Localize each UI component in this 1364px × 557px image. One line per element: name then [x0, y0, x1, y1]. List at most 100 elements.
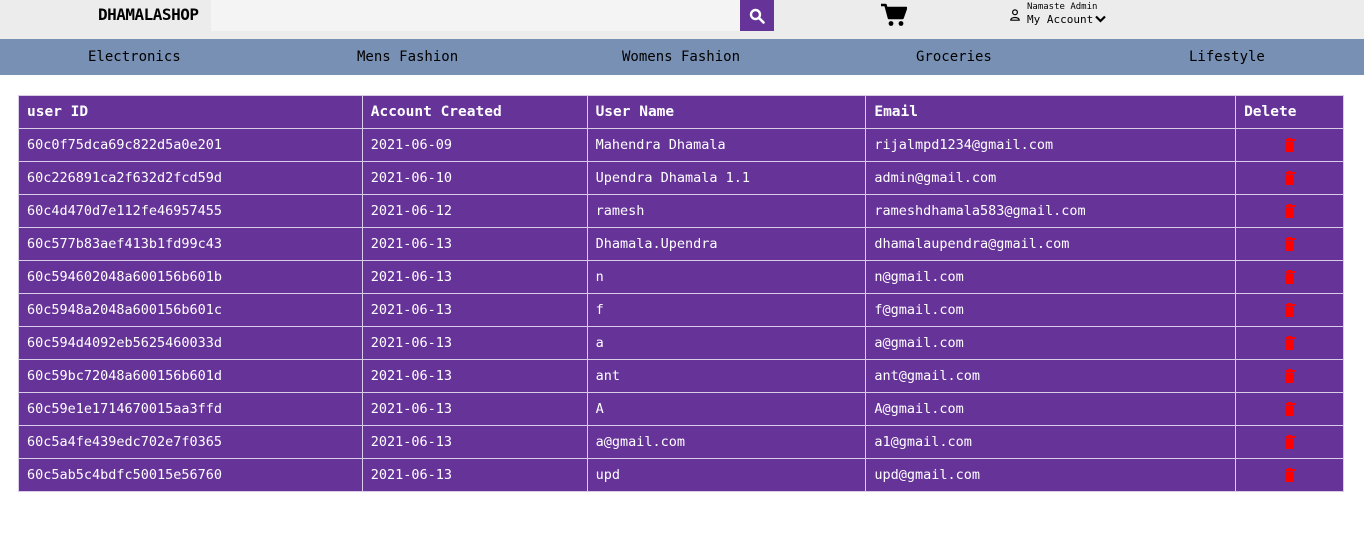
nav-item-lifestyle[interactable]: Lifestyle: [1189, 49, 1265, 65]
column-header-user-id: user ID: [18, 95, 363, 129]
account-created-cell: 2021-06-13: [361, 293, 588, 327]
delete-cell: [1235, 392, 1344, 426]
site-logo[interactable]: DHAMALASHOP: [98, 5, 199, 24]
table-row: 60c594d4092eb5625460033d 2021-06-13 a a@gma…: [18, 326, 1344, 360]
trash-icon: [1284, 303, 1295, 317]
user-id-cell: 60c594d4092eb5625460033d: [18, 326, 363, 360]
users-table: user ID Account Created User Name Email …: [18, 95, 1344, 492]
category-nav: Electronics Mens Fashion Womens Fashion …: [0, 39, 1364, 75]
account-created-cell: 2021-06-13: [361, 227, 588, 261]
delete-user-button[interactable]: [1284, 369, 1295, 383]
email-cell: a1@gmail.com: [865, 425, 1237, 459]
column-header-delete: Delete: [1235, 95, 1344, 129]
delete-user-button[interactable]: [1284, 336, 1295, 350]
delete-user-button[interactable]: [1284, 402, 1295, 416]
trash-icon: [1284, 270, 1295, 284]
trash-icon: [1284, 369, 1295, 383]
account-created-cell: 2021-06-12: [361, 194, 588, 228]
user-id-cell: 60c226891ca2f632d2fcd59d: [18, 161, 363, 195]
trash-icon: [1284, 468, 1295, 482]
user-name-cell: n: [586, 260, 867, 294]
delete-cell: [1235, 161, 1344, 195]
user-id-cell: 60c59e1e1714670015aa3ffd: [18, 392, 363, 426]
user-name-cell: Upendra Dhamala 1.1: [586, 161, 867, 195]
table-row: 60c0f75dca69c822d5a0e201 2021-06-09 Mahend…: [18, 128, 1344, 162]
user-name-cell: A: [586, 392, 867, 426]
user-id-cell: 60c577b83aef413b1fd99c43: [18, 227, 363, 261]
trash-icon: [1284, 138, 1295, 152]
user-name-cell: a: [586, 326, 867, 360]
search-input[interactable]: [211, 0, 740, 31]
user-name-cell: f: [586, 293, 867, 327]
email-cell: admin@gmail.com: [865, 161, 1237, 195]
column-header-email: Email: [865, 95, 1237, 129]
delete-user-button[interactable]: [1284, 204, 1295, 218]
chevron-down-icon: [1095, 15, 1106, 23]
nav-item-groceries[interactable]: Groceries: [916, 49, 992, 65]
user-name-cell: Mahendra Dhamala: [586, 128, 867, 162]
user-id-cell: 60c0f75dca69c822d5a0e201: [18, 128, 363, 162]
email-cell: rameshdhamala583@gmail.com: [865, 194, 1237, 228]
delete-user-button[interactable]: [1284, 138, 1295, 152]
trash-icon: [1284, 204, 1295, 218]
email-cell: a@gmail.com: [865, 326, 1237, 360]
user-icon: [1010, 9, 1020, 21]
trash-icon: [1284, 237, 1295, 251]
table-row: 60c594602048a600156b601b 2021-06-13 n n@gma…: [18, 260, 1344, 294]
account-created-cell: 2021-06-13: [361, 425, 588, 459]
delete-user-button[interactable]: [1284, 237, 1295, 251]
table-row: 60c4d470d7e112fe46957455 2021-06-12 ramesh…: [18, 194, 1344, 228]
account-created-cell: 2021-06-13: [361, 326, 588, 360]
email-cell: ant@gmail.com: [865, 359, 1237, 393]
delete-user-button[interactable]: [1284, 468, 1295, 482]
user-name-cell: ant: [586, 359, 867, 393]
table-header-row: user ID Account Created User Name Email …: [18, 95, 1344, 129]
account-created-cell: 2021-06-09: [361, 128, 588, 162]
account-created-cell: 2021-06-13: [361, 392, 588, 426]
email-cell: upd@gmail.com: [865, 458, 1237, 492]
delete-user-button[interactable]: [1284, 270, 1295, 284]
trash-icon: [1284, 435, 1295, 449]
email-cell: dhamalaupendra@gmail.com: [865, 227, 1237, 261]
table-row: 60c5948a2048a600156b601c 2021-06-13 f f@gma…: [18, 293, 1344, 327]
search-icon: [749, 8, 765, 24]
table-row: 60c59e1e1714670015aa3ffd 2021-06-13 A A@gma…: [18, 392, 1344, 426]
delete-cell: [1235, 458, 1344, 492]
search-button[interactable]: [740, 0, 774, 31]
delete-cell: [1235, 128, 1344, 162]
delete-cell: [1235, 326, 1344, 360]
nav-item-electronics[interactable]: Electronics: [88, 49, 181, 65]
nav-item-mens-fashion[interactable]: Mens Fashion: [357, 49, 458, 65]
table-row: 60c5a4fe439edc702e7f0365 2021-06-13 a@gmai…: [18, 425, 1344, 459]
delete-cell: [1235, 260, 1344, 294]
user-id-cell: 60c4d470d7e112fe46957455: [18, 194, 363, 228]
delete-user-button[interactable]: [1284, 303, 1295, 317]
user-name-cell: a@gmail.com: [586, 425, 867, 459]
account-created-cell: 2021-06-10: [361, 161, 588, 195]
delete-cell: [1235, 227, 1344, 261]
trash-icon: [1284, 336, 1295, 350]
cart-icon: [881, 3, 908, 26]
top-header: DHAMALASHOP Namaste Admin My Account: [0, 0, 1364, 39]
email-cell: A@gmail.com: [865, 392, 1237, 426]
delete-cell: [1235, 359, 1344, 393]
user-name-cell: Dhamala.Upendra: [586, 227, 867, 261]
user-name-cell: upd: [586, 458, 867, 492]
user-id-cell: 60c5ab5c4bdfc50015e56760: [18, 458, 363, 492]
table-row: 60c226891ca2f632d2fcd59d 2021-06-10 Upendr…: [18, 161, 1344, 195]
delete-user-button[interactable]: [1284, 171, 1295, 185]
user-id-cell: 60c5a4fe439edc702e7f0365: [18, 425, 363, 459]
account-created-cell: 2021-06-13: [361, 260, 588, 294]
column-header-account-created: Account Created: [361, 95, 588, 129]
nav-item-womens-fashion[interactable]: Womens Fashion: [622, 49, 740, 65]
table-row: 60c59bc72048a600156b601d 2021-06-13 ant ant…: [18, 359, 1344, 393]
account-created-cell: 2021-06-13: [361, 359, 588, 393]
column-header-user-name: User Name: [586, 95, 867, 129]
delete-cell: [1235, 194, 1344, 228]
delete-user-button[interactable]: [1284, 435, 1295, 449]
email-cell: n@gmail.com: [865, 260, 1237, 294]
user-id-cell: 60c594602048a600156b601b: [18, 260, 363, 294]
cart-button[interactable]: [881, 3, 908, 27]
delete-cell: [1235, 425, 1344, 459]
delete-cell: [1235, 293, 1344, 327]
